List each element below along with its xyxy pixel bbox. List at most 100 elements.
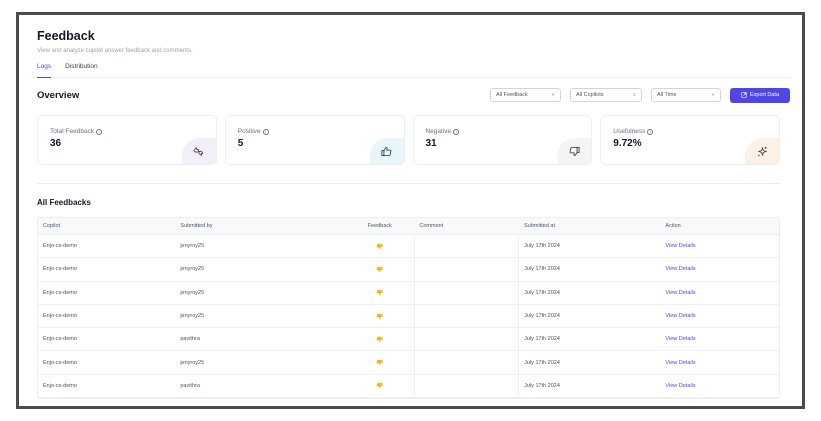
filter-controls: All Feedback ∨ All Copilots ∨ All Time ∨ (490, 87, 790, 103)
thumbs-down-icon (376, 383, 383, 389)
thumbs-down-icon (376, 313, 383, 319)
feedback-cell (345, 375, 414, 397)
submitted-at-cell: July 17th 2024 (524, 243, 560, 250)
stat-card-negative: Negative i 31 (412, 115, 593, 165)
view-details-link[interactable]: View Details (665, 336, 695, 342)
copilot-filter-select[interactable]: All Copilots ∨ (570, 88, 642, 102)
tab-logs[interactable]: Logs (37, 62, 52, 78)
table-row: Enjo-cs-demo jenyroy25 July 17th 2024 Vi… (38, 351, 779, 375)
column-header-submitted-at[interactable]: Submitted at (519, 223, 660, 229)
view-details-link[interactable]: View Details (665, 360, 695, 366)
copilot-cell: Enjo-cs-demo (43, 243, 77, 250)
view-details-link[interactable]: View Details (665, 243, 695, 249)
stat-label: Usefulness (613, 128, 646, 135)
feedback-table: Copilot Submitted by Feedback Comment Su… (37, 217, 780, 400)
sparkles-icon (757, 146, 767, 156)
export-data-label: Export Data (749, 92, 780, 98)
tab-distribution[interactable]: Distribution (65, 62, 98, 77)
submitted-by-cell: pavithra (180, 382, 200, 389)
export-data-button[interactable]: Export Data (730, 87, 790, 103)
view-details-link[interactable]: View Details (665, 290, 695, 296)
table-row: Enjo-cs-demo jenyroy25 July 17th 2024 Vi… (38, 281, 779, 305)
info-icon[interactable]: i (262, 128, 269, 135)
column-header-feedback[interactable]: Feedback (345, 223, 414, 229)
comment-cell (414, 304, 520, 328)
view-details-link[interactable]: View Details (665, 313, 695, 319)
feedback-cell (345, 305, 414, 327)
table-row: Enjo-cs-demo pavithra July 17th 2024 Vie… (38, 374, 779, 399)
submitted-at-cell: July 17th 2024 (524, 359, 560, 366)
copilot-cell: Enjo-cs-demo (43, 359, 77, 366)
submitted-at-cell: July 17th 2024 (524, 336, 560, 343)
feedback-cell (345, 351, 414, 373)
chevron-down-icon: ∨ (711, 92, 715, 98)
feedback-cell (345, 258, 414, 280)
comment-cell (414, 258, 520, 281)
comment-cell (414, 351, 520, 374)
thumbs-down-icon (376, 290, 383, 296)
table-body: Enjo-cs-demo jenyroy25 July 17th 2024 Vi… (38, 235, 779, 399)
submitted-at-cell: July 17th 2024 (524, 266, 560, 273)
submitted-by-cell: jenyroy25 (180, 313, 205, 320)
feedback-cell (345, 328, 414, 350)
table-row: Enjo-cs-demo pavithra July 17th 2024 Vie… (38, 328, 779, 352)
table-row: Enjo-cs-demo jenyroy25 July 17th 2024 Vi… (38, 235, 779, 259)
submitted-by-cell: jenyroy25 (180, 243, 205, 250)
submitted-by-cell: pavithra (180, 336, 200, 343)
overview-bar: Overview All Feedback ∨ All Copilots ∨ A… (37, 86, 790, 104)
thumbs-down-icon (376, 360, 383, 366)
page-content: Feedback View and analyze copilot answer… (19, 15, 802, 400)
stat-label: Total Feedback (50, 128, 95, 135)
thumbs-down-icon (569, 146, 580, 156)
export-icon (741, 92, 747, 98)
submitted-by-cell: jenyroy25 (180, 289, 205, 296)
copilot-cell: Enjo-cs-demo (43, 289, 77, 296)
info-icon[interactable]: i (96, 128, 103, 135)
feedback-cell (345, 282, 414, 304)
section-divider (37, 183, 780, 184)
column-header-submitted-by[interactable]: Submitted by (175, 223, 345, 229)
page-subtitle: View and analyze copilot answer feedback… (37, 48, 193, 54)
tab-bar: Logs Distribution (37, 62, 790, 78)
thumbs-up-icon (381, 146, 392, 156)
all-feedbacks-title: All Feedbacks (37, 198, 91, 207)
stat-card-total: Total Feedback i 36 (37, 115, 217, 165)
stat-label: Negative (425, 128, 452, 135)
thumbs-up-down-icon (193, 146, 204, 156)
column-header-comment[interactable]: Comment (414, 223, 519, 229)
app-frame: Feedback View and analyze copilot answer… (16, 12, 805, 409)
chevron-down-icon: ∨ (551, 92, 555, 98)
copilot-cell: Enjo-cs-demo (43, 313, 77, 320)
page-title: Feedback (37, 29, 95, 43)
info-icon[interactable]: i (647, 128, 654, 135)
submitted-at-cell: July 17th 2024 (524, 289, 560, 296)
table-row: Enjo-cs-demo jenyroy25 July 17th 2024 Vi… (38, 258, 779, 282)
time-filter-select[interactable]: All Time ∨ (651, 88, 721, 102)
stat-card-positive: Positive i 5 (224, 115, 405, 165)
copilot-cell: Enjo-cs-demo (43, 382, 77, 389)
column-header-copilot[interactable]: Copilot (38, 223, 175, 229)
stats-cards: Total Feedback i 36 Positive i 5 Negativ… (37, 115, 780, 165)
copilot-cell: Enjo-cs-demo (43, 266, 77, 273)
comment-cell (414, 281, 520, 304)
chevron-down-icon: ∨ (632, 92, 636, 98)
comment-cell (414, 374, 520, 398)
submitted-by-cell: jenyroy25 (180, 359, 205, 366)
feedback-filter-value: All Feedback (496, 92, 528, 98)
time-filter-value: All Time (657, 92, 677, 98)
info-icon[interactable]: i (453, 128, 460, 135)
stat-card-usefulness: Usefulness i 9.72% (600, 115, 780, 165)
comment-cell (414, 235, 520, 258)
table-row: Enjo-cs-demo jenyroy25 July 17th 2024 Vi… (38, 304, 779, 329)
copilot-cell: Enjo-cs-demo (43, 336, 77, 343)
feedback-filter-select[interactable]: All Feedback ∨ (490, 88, 561, 102)
submitted-by-cell: jenyroy25 (180, 266, 205, 273)
feedback-cell (345, 235, 414, 257)
stat-label: Positive (237, 128, 261, 135)
thumbs-down-icon (376, 266, 383, 273)
view-details-link[interactable]: View Details (665, 383, 695, 389)
view-details-link[interactable]: View Details (665, 266, 695, 272)
submitted-at-cell: July 17th 2024 (524, 313, 560, 320)
overview-title: Overview (37, 89, 80, 101)
thumbs-down-icon (376, 336, 383, 343)
